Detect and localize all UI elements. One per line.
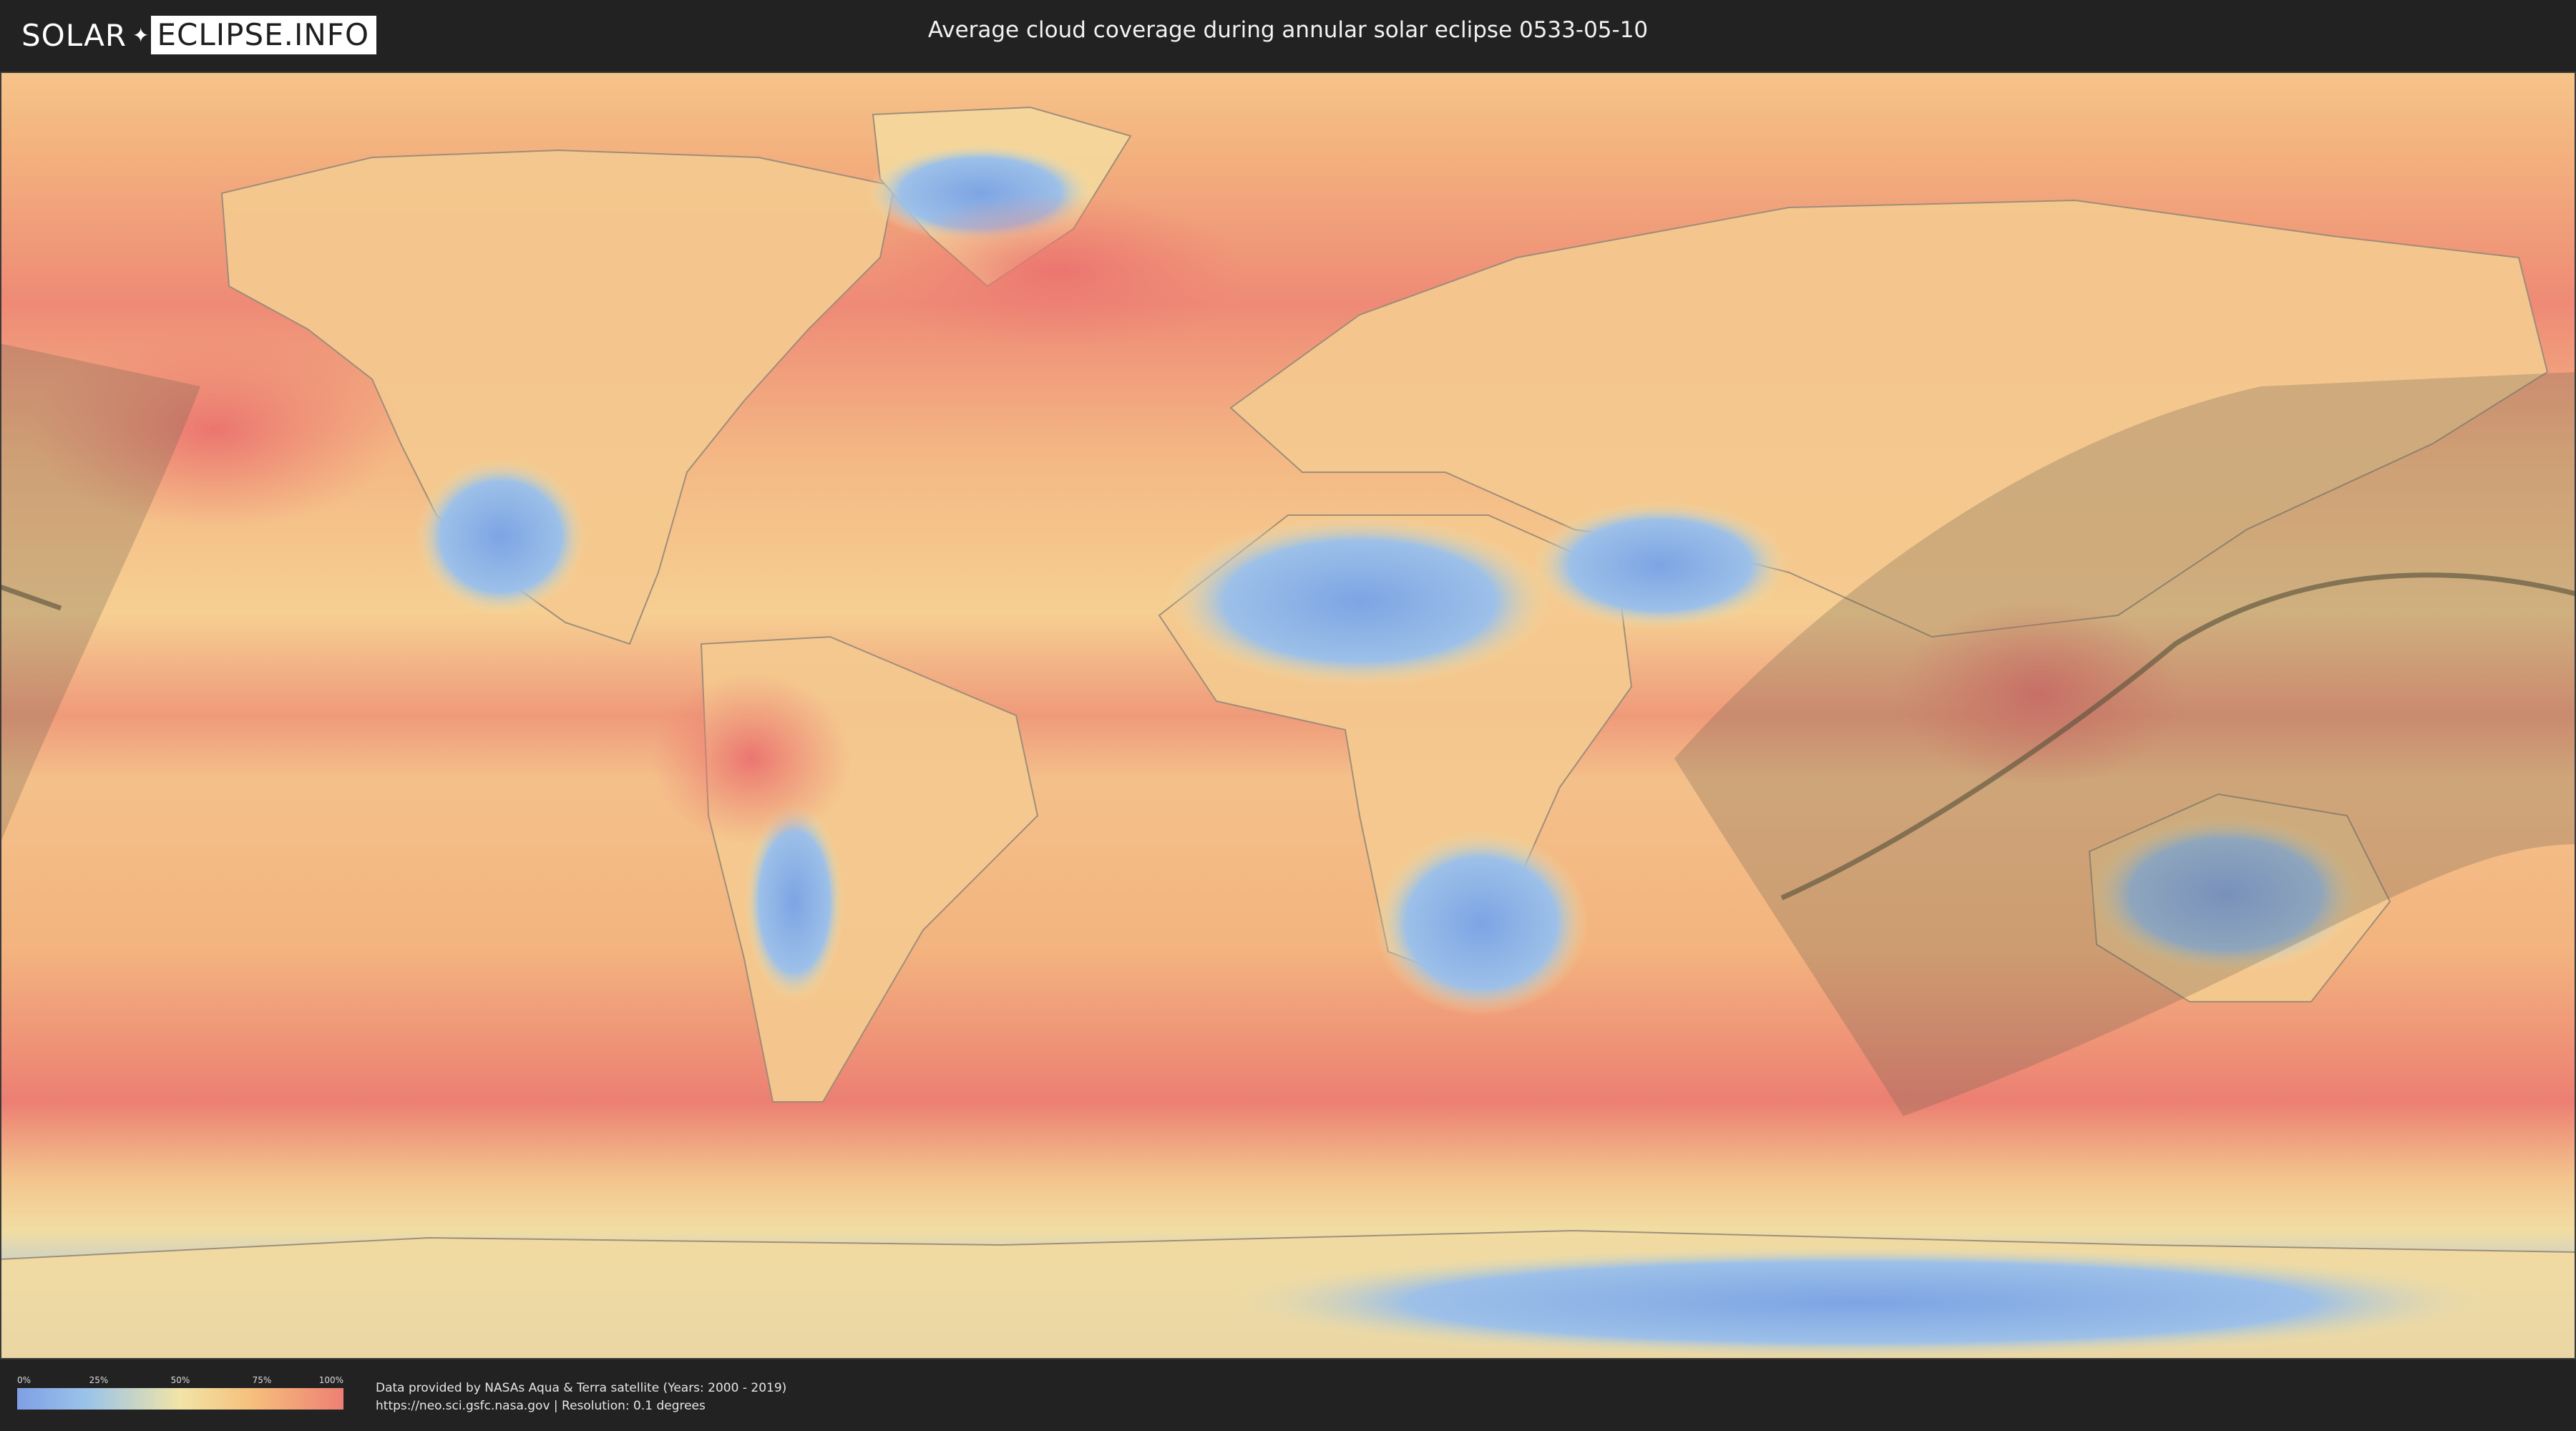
legend-tick: 50% xyxy=(170,1375,190,1385)
legend-color-bar xyxy=(17,1388,343,1410)
cloud-coverage-map xyxy=(0,72,2576,1359)
footer-bar: 0% 25% 50% 75% 100% Data provided by NAS… xyxy=(0,1359,2576,1431)
legend-tick: 0% xyxy=(17,1375,31,1385)
credit-line-2[interactable]: https://neo.sci.gsfc.nasa.gov | Resoluti… xyxy=(376,1397,786,1415)
cloud-coverage-legend: 0% 25% 50% 75% 100% xyxy=(17,1375,343,1410)
data-credits: Data provided by NASAs Aqua & Terra sate… xyxy=(376,1379,786,1415)
page-title: Average cloud coverage during annular so… xyxy=(927,17,1649,43)
credit-line-1: Data provided by NASAs Aqua & Terra sate… xyxy=(376,1381,787,1395)
legend-tick: 75% xyxy=(252,1375,272,1385)
legend-ticks: 0% 25% 50% 75% 100% xyxy=(17,1375,343,1388)
legend-tick: 25% xyxy=(89,1375,109,1385)
top-bar: SOLAR ✦ ECLIPSE.INFO Average cloud cover… xyxy=(0,0,2576,72)
world-map-svg xyxy=(0,72,2576,1359)
legend-tick: 100% xyxy=(318,1375,343,1385)
